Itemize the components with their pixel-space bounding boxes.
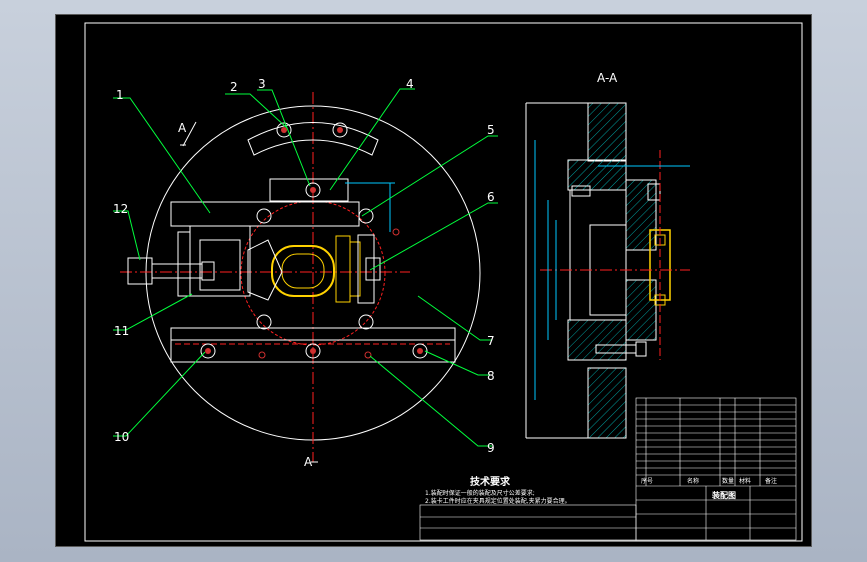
balloon-3: 3 xyxy=(258,77,266,91)
balloon-1: 1 xyxy=(116,88,124,102)
balloon-labels: 1 2 3 4 5 6 7 8 9 10 11 12 xyxy=(113,77,495,455)
tech-line-1: 1.装配时保证一般的装配及尺寸公差要求; xyxy=(425,489,535,497)
drawing-title: 装配图 xyxy=(711,490,736,500)
balloon-8: 8 xyxy=(487,369,495,383)
hdr-material: 材料 xyxy=(739,477,751,485)
hdr-qty: 数量 xyxy=(722,477,734,485)
title-block-text: 序号 名称 数量 材料 备注 装配图 xyxy=(641,477,777,500)
v-block xyxy=(247,239,283,301)
section-view: A-A xyxy=(525,71,690,439)
balloon-10: 10 xyxy=(114,430,129,444)
assembly-drawing: A A 1 2 3 4 5 6 7 8 9 10 11 12 A-A 技术要求 … xyxy=(84,22,803,542)
balloon-7: 7 xyxy=(487,334,495,348)
balloon-2: 2 xyxy=(230,80,238,94)
hdr-remarks: 备注 xyxy=(765,477,777,485)
cad-viewport[interactable]: A A 1 2 3 4 5 6 7 8 9 10 11 12 A-A 技术要求 … xyxy=(0,0,867,562)
balloon-9: 9 xyxy=(487,441,495,455)
svg-text:A: A xyxy=(304,455,313,469)
hdr-name: 名称 xyxy=(687,477,699,485)
hex-nut xyxy=(127,257,153,285)
balloon-4: 4 xyxy=(406,77,414,91)
body-top-rail xyxy=(170,201,360,227)
inner-border xyxy=(84,22,803,542)
plan-view xyxy=(120,92,481,462)
section-title: A-A xyxy=(597,71,618,85)
tech-line-2: 2.装卡工件时应在夹具规定位置处装配,夹紧力要合理。 xyxy=(425,497,571,505)
tech-title: 技术要求 xyxy=(470,475,511,488)
leader-lines xyxy=(113,88,498,447)
balloon-12: 12 xyxy=(113,202,128,216)
balloon-5: 5 xyxy=(487,123,495,137)
svg-text:A: A xyxy=(178,121,187,135)
technical-requirements: 技术要求 1.装配时保证一般的装配及尺寸公差要求; 2.装卡工件时应在夹具规定位… xyxy=(425,475,571,505)
balloon-11: 11 xyxy=(114,324,129,338)
screw-shank xyxy=(151,263,203,279)
body-left-block xyxy=(189,225,251,297)
balloon-6: 6 xyxy=(487,190,495,204)
hdr-index: 序号 xyxy=(641,477,653,485)
